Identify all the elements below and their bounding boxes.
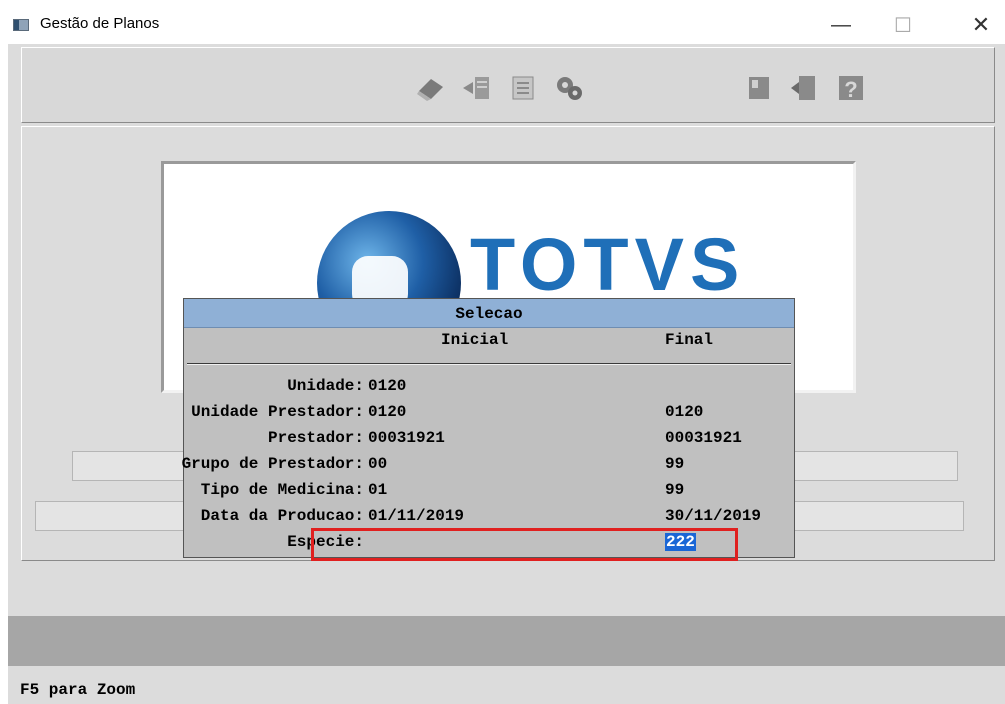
row-label: Prestador: bbox=[267, 429, 364, 447]
row-tipo-medicina: Tipo de Medicina: 01 99 bbox=[184, 481, 794, 505]
checklist-icon[interactable] bbox=[503, 70, 543, 106]
column-header-initial: Inicial bbox=[441, 331, 509, 349]
row-unidade: Unidade: 0120 bbox=[184, 377, 794, 401]
row-label: Unidade Prestador: bbox=[191, 403, 364, 421]
row-prestador: Prestador: 00031921 00031921 bbox=[184, 429, 794, 453]
app-window-icon bbox=[13, 19, 29, 31]
final-field[interactable]: 00031921 bbox=[665, 429, 742, 447]
status-bar: F5 para Zoom bbox=[8, 666, 1005, 704]
gray-band bbox=[8, 616, 1005, 666]
window-title: Gestão de Planos bbox=[40, 15, 160, 32]
minimize-button[interactable]: — bbox=[818, 10, 864, 40]
initial-field[interactable]: 0120 bbox=[368, 377, 406, 395]
row-label: Grupo de Prestador: bbox=[181, 455, 364, 473]
final-field[interactable]: 30/11/2019 bbox=[665, 507, 761, 525]
maximize-button[interactable]: ☐ bbox=[880, 10, 926, 40]
column-header-final: Final bbox=[665, 331, 714, 349]
initial-field[interactable]: 01 bbox=[368, 481, 387, 499]
exit-door-icon[interactable] bbox=[785, 70, 825, 106]
row-label: Data da Producao: bbox=[200, 507, 364, 525]
status-text: F5 para Zoom bbox=[20, 681, 136, 699]
final-field[interactable]: 0120 bbox=[665, 403, 703, 421]
help-question-icon[interactable]: ? bbox=[831, 70, 871, 106]
svg-text:?: ? bbox=[844, 77, 857, 102]
row-grupo-prestador: Grupo de Prestador: 00 99 bbox=[181, 455, 794, 479]
totvs-wordmark: TOTVS bbox=[470, 223, 746, 306]
header-divider bbox=[187, 363, 791, 365]
initial-field[interactable]: 00031921 bbox=[368, 429, 445, 447]
window-titlebar: Gestão de Planos — ☐ ✕ bbox=[0, 0, 1005, 44]
gears-icon[interactable] bbox=[549, 70, 589, 106]
initial-field[interactable]: 00 bbox=[368, 455, 387, 473]
close-button[interactable]: ✕ bbox=[958, 10, 1004, 40]
row-label: Unidade: bbox=[287, 377, 364, 395]
selection-dialog: Selecao Inicial Final Unidade: 0120 Unid… bbox=[181, 298, 795, 558]
final-field[interactable]: 99 bbox=[665, 455, 684, 473]
stamp-icon[interactable] bbox=[739, 70, 779, 106]
toolbar: ? bbox=[21, 47, 995, 123]
row-unidade-prestador: Unidade Prestador: 0120 0120 bbox=[184, 403, 794, 427]
annotation-highlight-box bbox=[311, 528, 738, 561]
initial-field[interactable]: 01/11/2019 bbox=[368, 507, 464, 525]
import-icon[interactable] bbox=[457, 70, 497, 106]
dialog-title: Selecao bbox=[184, 299, 794, 328]
initial-field[interactable]: 0120 bbox=[368, 403, 406, 421]
row-label: Tipo de Medicina: bbox=[200, 481, 364, 499]
eraser-icon[interactable] bbox=[411, 70, 451, 106]
final-field[interactable]: 99 bbox=[665, 481, 684, 499]
